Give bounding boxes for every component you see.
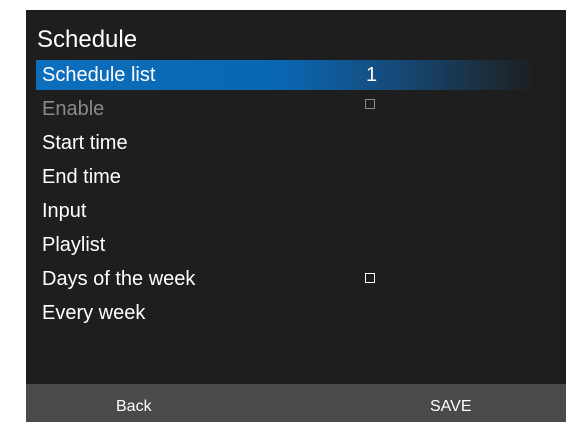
days-of-week-checkbox[interactable] xyxy=(365,273,375,283)
menu-item-label: Every week xyxy=(42,302,146,324)
page-title: Schedule xyxy=(37,26,138,53)
menu-item-input[interactable]: Input xyxy=(36,196,536,230)
menu-item-label: Days of the week xyxy=(42,268,196,290)
menu-item-label: Input xyxy=(42,200,87,222)
schedule-list-value: 1 xyxy=(366,64,378,86)
menu-item-every-week[interactable]: Every week xyxy=(36,298,536,332)
menu-item-start-time[interactable]: Start time xyxy=(36,128,536,162)
menu-item-playlist[interactable]: Playlist xyxy=(36,230,536,264)
schedule-screen: Schedule Schedule list 1 Enable Start ti… xyxy=(26,10,566,422)
enable-checkbox xyxy=(365,99,375,109)
menu-item-label: Playlist xyxy=(42,234,106,256)
back-button[interactable]: Back xyxy=(116,384,152,430)
menu-item-end-time[interactable]: End time xyxy=(36,162,536,196)
footer-bar: Back SAVE xyxy=(26,384,566,422)
save-button[interactable]: SAVE xyxy=(430,384,472,430)
menu-item-enable: Enable xyxy=(36,94,536,128)
menu-item-days-of-the-week[interactable]: Days of the week xyxy=(36,264,536,298)
menu-item-label: Enable xyxy=(42,98,105,120)
menu-item-label: Schedule list xyxy=(42,64,156,86)
menu-item-label: End time xyxy=(42,166,121,188)
menu-item-schedule-list[interactable]: Schedule list 1 xyxy=(36,60,536,90)
menu-item-label: Start time xyxy=(42,132,128,154)
schedule-menu: Schedule list 1 Enable Start time End ti… xyxy=(36,60,536,332)
